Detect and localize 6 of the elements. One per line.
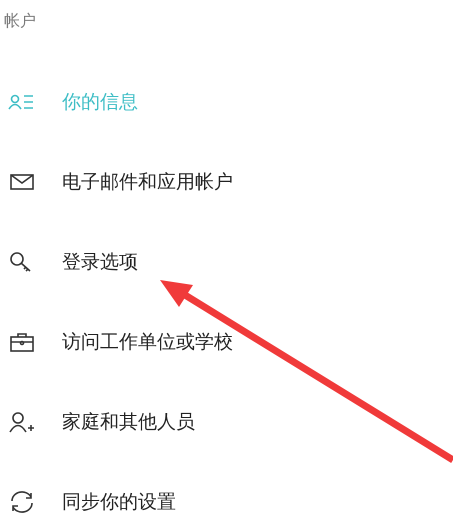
- section-title: 帐户: [4, 10, 36, 32]
- nav-item[interactable]: 电子邮件和应用帐户: [0, 162, 453, 202]
- nav-item[interactable]: 访问工作单位或学校: [0, 322, 453, 362]
- nav-item[interactable]: 登录选项: [0, 242, 453, 282]
- nav-item[interactable]: 同步你的设置: [0, 482, 453, 522]
- nav-item[interactable]: 家庭和其他人员: [0, 402, 453, 442]
